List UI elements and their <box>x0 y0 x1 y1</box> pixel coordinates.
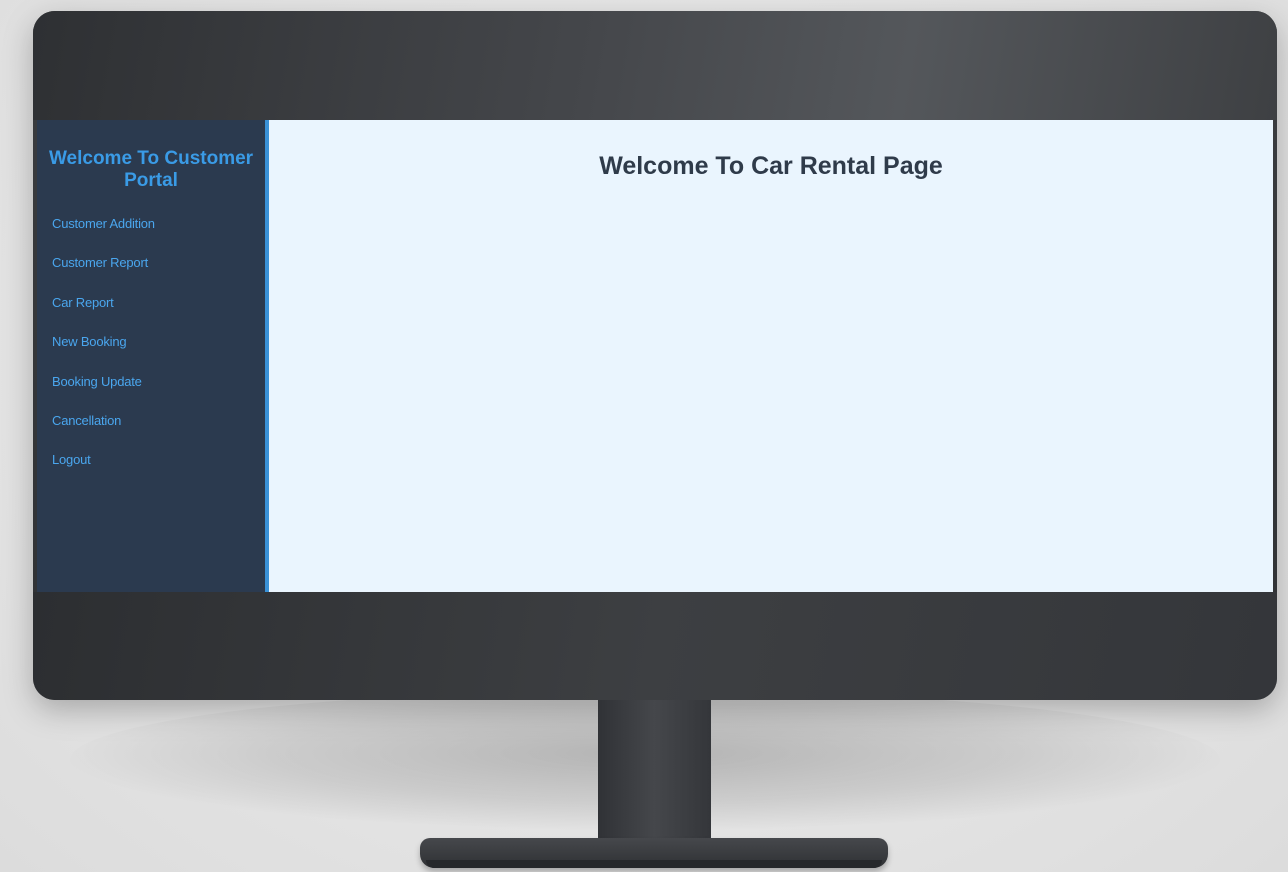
page-title: Welcome To Car Rental Page <box>599 152 943 180</box>
sidebar-title: Welcome To Customer Portal <box>48 148 254 191</box>
monitor-top-bezel <box>33 11 1277 120</box>
monitor-stand-base-edge <box>426 860 882 868</box>
sidebar: Welcome To Customer Portal Customer Addi… <box>37 120 269 592</box>
sidebar-item-cancellation[interactable]: Cancellation <box>37 401 265 440</box>
sidebar-item-customer-addition[interactable]: Customer Addition <box>37 204 265 243</box>
main-content: Welcome To Car Rental Page <box>269 120 1273 592</box>
monitor-bottom-bezel <box>33 592 1277 700</box>
sidebar-item-booking-update[interactable]: Booking Update <box>37 362 265 401</box>
scene: Welcome To Customer Portal Customer Addi… <box>0 0 1288 872</box>
sidebar-item-customer-report[interactable]: Customer Report <box>37 243 265 282</box>
screen: Welcome To Customer Portal Customer Addi… <box>37 120 1273 592</box>
sidebar-item-logout[interactable]: Logout <box>37 440 265 479</box>
sidebar-item-car-report[interactable]: Car Report <box>37 283 265 322</box>
sidebar-item-new-booking[interactable]: New Booking <box>37 322 265 361</box>
monitor-stand-neck <box>598 700 711 848</box>
monitor: Welcome To Customer Portal Customer Addi… <box>33 11 1277 700</box>
